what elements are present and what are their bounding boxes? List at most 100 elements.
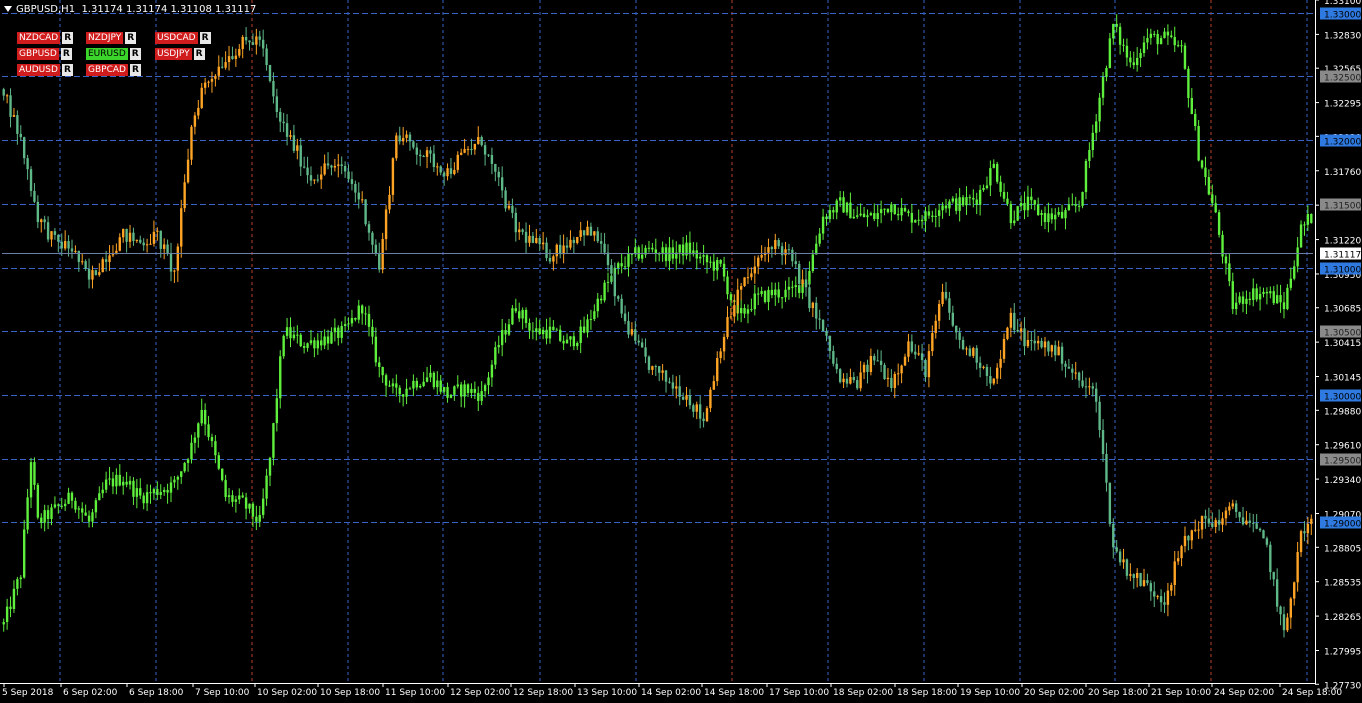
eurusd-candle-body	[617, 263, 620, 268]
eurusd-candle-body	[545, 329, 548, 339]
gbpusd-candle-body	[572, 239, 576, 243]
eurusd-candle-body	[1088, 149, 1091, 161]
gbpusd-candle-body	[948, 298, 951, 313]
time-tick-label: 13 Sep 10:00	[577, 688, 637, 698]
time-tick-label: 6 Sep 18:00	[129, 688, 184, 698]
eurusd-candle-body	[1006, 198, 1009, 204]
eurusd-candle-body	[1043, 212, 1047, 223]
gbpusd-candle-body	[757, 257, 760, 267]
reverse-button[interactable]: R	[60, 48, 72, 60]
gbpusd-candle-body	[139, 239, 142, 243]
gbpusd-candle-body	[217, 66, 220, 76]
gbpusd-candle-body	[1275, 579, 1279, 607]
gbpusd-candle-body	[1115, 547, 1118, 552]
pair-symbol-label[interactable]: USDCAD	[155, 32, 198, 44]
gbpusd-candle-body	[719, 351, 722, 359]
pair-button-usdcad[interactable]: USDCAD R	[155, 32, 211, 44]
gbpusd-candle-body	[774, 240, 777, 249]
reverse-button[interactable]: R	[125, 32, 137, 44]
eurusd-candle-body	[859, 213, 862, 216]
gbpusd-candle-body	[1139, 572, 1142, 586]
gbpusd-candle-body	[1098, 401, 1101, 431]
eurusd-candle-body	[162, 489, 166, 493]
eurusd-candle-body	[927, 211, 931, 216]
eurusd-candle-body	[176, 476, 180, 480]
eurusd-candle-body	[186, 459, 190, 463]
gbpusd-candle-body	[275, 96, 279, 112]
gbpusd-candle-body	[559, 244, 562, 255]
gbpusd-candle-body	[910, 341, 914, 352]
eurusd-candle-body	[490, 364, 494, 378]
eurusd-candle-body	[9, 606, 12, 610]
gbpusd-candle-body	[391, 158, 395, 195]
gbpusd-candle-body	[593, 231, 596, 236]
price-tick-label: 1.31220	[1324, 237, 1361, 247]
reverse-button[interactable]: R	[193, 48, 205, 60]
gbpusd-candle-body	[797, 263, 801, 284]
eurusd-candle-body	[900, 207, 903, 216]
eurusd-candle-body	[330, 332, 333, 344]
pair-symbol-label[interactable]: USDJPY	[155, 48, 192, 60]
gbpusd-candle-body	[98, 272, 101, 275]
pair-button-audusd[interactable]: AUDUSD R	[17, 64, 73, 76]
gbpusd-candle-body	[1132, 574, 1135, 578]
pair-button-gbpcad[interactable]: GBPCAD R	[86, 64, 141, 76]
gbpusd-candle-body	[1002, 338, 1006, 359]
pair-symbol-label[interactable]: GBPUSD	[17, 48, 59, 60]
reverse-button[interactable]: R	[129, 64, 141, 76]
eurusd-candle-body	[890, 204, 893, 213]
gbpusd-candle-body	[589, 226, 593, 236]
eurusd-candle-body	[620, 263, 623, 267]
pair-button-usdjpy[interactable]: USDJPY R	[155, 48, 205, 60]
gbpusd-candle-body	[1156, 596, 1159, 598]
reverse-button[interactable]: R	[62, 32, 74, 44]
gbpusd-candle-body	[63, 241, 67, 249]
pair-symbol-label[interactable]: EURUSD	[86, 48, 128, 60]
pair-symbol-label[interactable]: AUDUSD	[17, 64, 60, 76]
pair-button-gbpusd[interactable]: GBPUSD R	[17, 48, 72, 60]
eurusd-candle-body	[780, 297, 784, 299]
eurusd-candle-body	[169, 482, 173, 493]
gbpusd-candle-body	[1176, 558, 1180, 562]
gbpusd-candle-body	[166, 244, 169, 254]
pair-symbol-label[interactable]: GBPCAD	[86, 64, 128, 76]
gbpusd-candle-body	[1016, 329, 1019, 332]
pair-symbol-label[interactable]: NZDCAD	[17, 32, 61, 44]
gbpusd-candle-body	[1310, 518, 1313, 524]
gbpusd-candle-body	[388, 194, 391, 210]
reverse-button[interactable]: R	[61, 64, 73, 76]
eurusd-candle-body	[197, 423, 200, 438]
reverse-button[interactable]: R	[129, 48, 141, 60]
eurusd-candle-body	[671, 247, 675, 259]
eurusd-candle-body	[1269, 291, 1272, 294]
eurusd-candle-body	[825, 216, 828, 220]
dropdown-triangle-icon[interactable]	[4, 6, 12, 12]
gbpusd-candle-body	[1258, 528, 1262, 531]
gbpusd-candle-body	[664, 370, 668, 382]
pair-button-nzdjpy[interactable]: NZDJPY R	[86, 32, 137, 44]
gbpusd-candle-body	[265, 48, 268, 66]
gbpusd-candle-body	[357, 192, 360, 200]
pair-button-eurusd[interactable]: EURUSD R	[86, 48, 141, 60]
eurusd-candle-body	[944, 205, 948, 209]
eurusd-candle-body	[292, 334, 296, 339]
eurusd-candle-body	[81, 508, 84, 513]
gbpusd-candle-body	[862, 364, 866, 373]
gbpusd-candle-body	[1282, 614, 1286, 631]
gbpusd-candle-body	[1286, 617, 1289, 631]
eurusd-candle-body	[1002, 191, 1006, 199]
gbpusd-candle-body	[920, 353, 924, 360]
reverse-button[interactable]: R	[199, 32, 211, 44]
eurusd-candle-body	[910, 213, 914, 223]
eurusd-candle-body	[518, 311, 521, 319]
pair-button-nzdcad[interactable]: NZDCAD R	[17, 32, 74, 44]
pair-symbol-label[interactable]: NZDJPY	[86, 32, 124, 44]
price-chart[interactable]: 1.331001.328301.325651.322951.320301.317…	[0, 0, 1362, 703]
gbpusd-candle-body	[302, 166, 306, 168]
eurusd-candle-body	[873, 213, 876, 220]
eurusd-candle-body	[149, 492, 152, 494]
eurusd-candle-body	[279, 356, 282, 399]
time-tick-label: 24 Sep 18:00	[1282, 688, 1342, 698]
gbpusd-candle-body	[412, 141, 415, 148]
eurusd-candle-body	[1153, 33, 1156, 35]
